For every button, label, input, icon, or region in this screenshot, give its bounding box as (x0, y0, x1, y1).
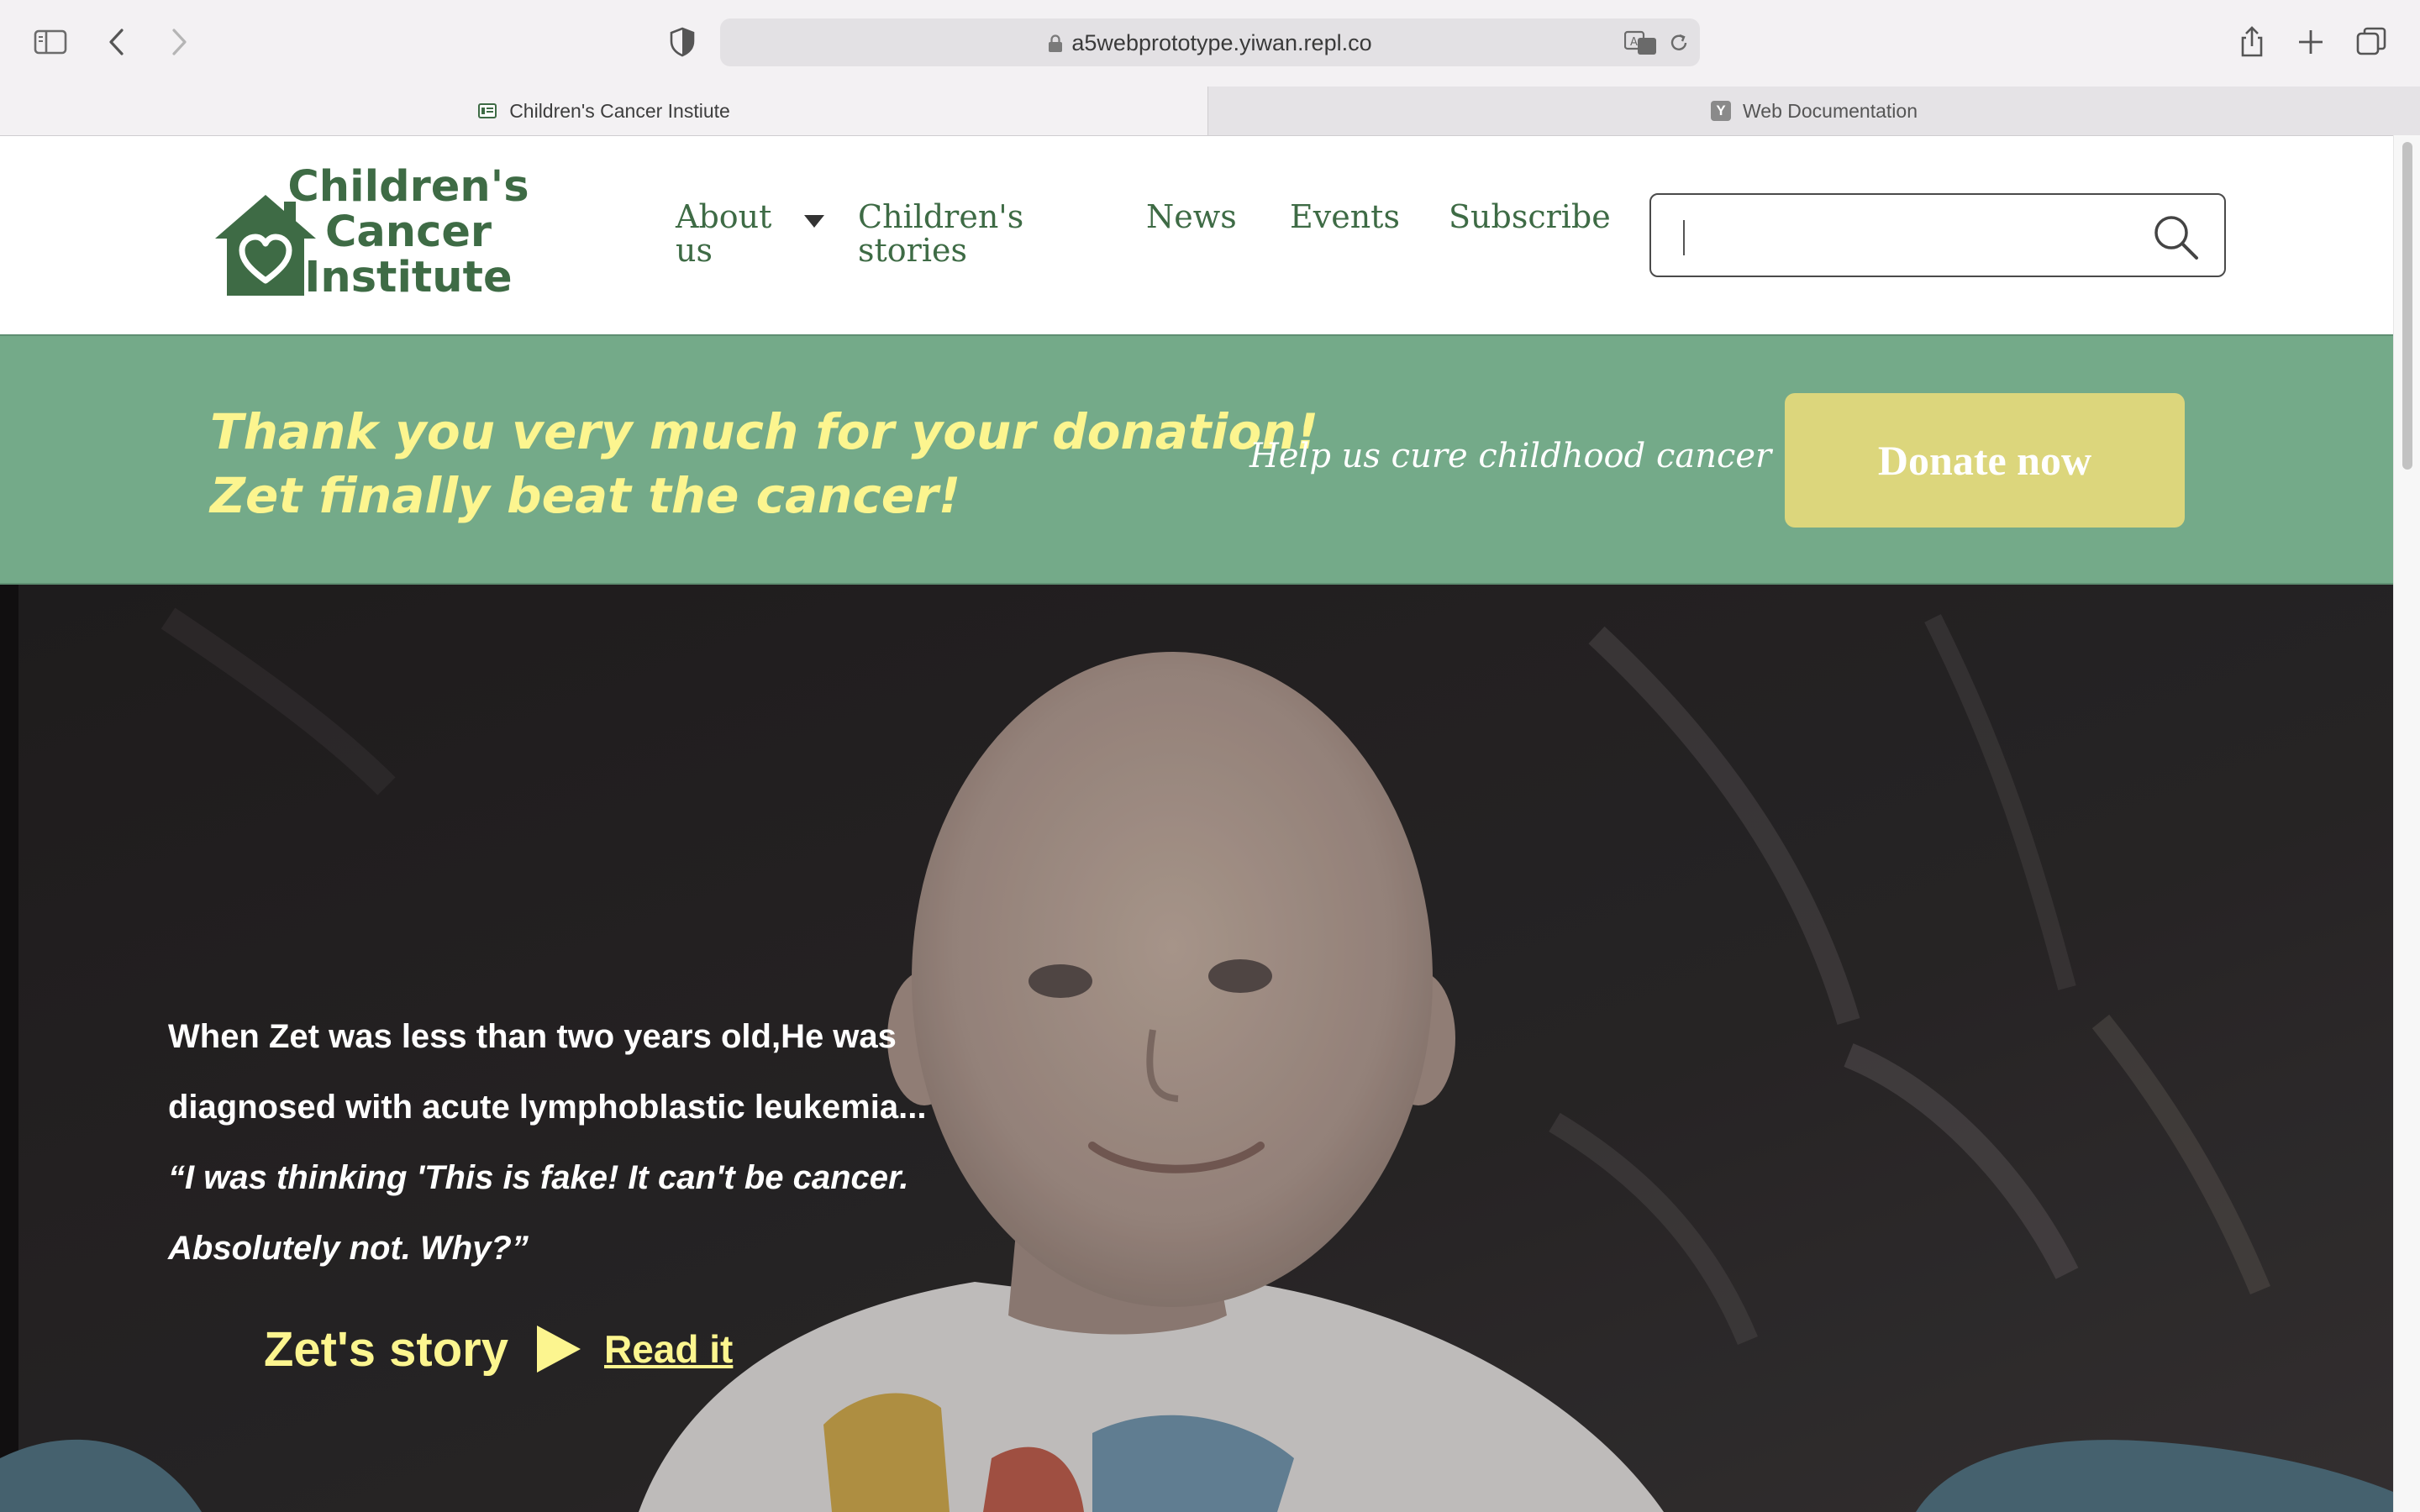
logo-line-3: Institute (304, 253, 513, 302)
thank-you-line-2: Zet finally beat the cancer! (210, 467, 961, 524)
tab-childrens-cancer-institute[interactable]: Children's Cancer Instiute (0, 87, 1208, 135)
site-favicon-icon (478, 103, 497, 118)
donate-now-button[interactable]: Donate now (1785, 393, 2185, 528)
browser-toolbar: a5webprototype.yiwan.repl.co A (0, 0, 2420, 87)
forward-icon[interactable] (161, 25, 195, 59)
address-bar[interactable]: a5webprototype.yiwan.repl.co A (720, 18, 1700, 66)
url-text: a5webprototype.yiwan.repl.co (720, 30, 1700, 56)
search-input[interactable] (1649, 193, 2226, 277)
tab-label: Children's Cancer Instiute (509, 99, 730, 122)
text-caret (1683, 220, 1685, 255)
hero-section: When Zet was less than two years old,He … (0, 585, 2393, 1512)
logo-line-2: Cancer (324, 207, 492, 257)
hero-quote-line-2: Absolutely not. Why?” (168, 1230, 529, 1267)
shield-icon[interactable] (666, 25, 699, 59)
back-icon[interactable] (101, 25, 134, 59)
url-value: a5webprototype.yiwan.repl.co (1071, 30, 1372, 55)
nav-news[interactable]: News (1146, 200, 1237, 234)
nav-childrens-stories[interactable]: Children's stories (858, 200, 1023, 267)
tab-overview-icon[interactable] (2354, 25, 2388, 59)
new-tab-icon[interactable] (2294, 25, 2328, 59)
search-icon[interactable] (2150, 212, 2201, 262)
hero-line-1: When Zet was less than two years old,He … (168, 1018, 897, 1055)
tab-web-documentation[interactable]: Y Web Documentation (1208, 87, 2420, 135)
hero-quote-line-1: “I was thinking 'This is fake! It can't … (168, 1159, 909, 1196)
sidebar-icon[interactable] (34, 25, 67, 59)
nav-subscribe[interactable]: Subscribe (1449, 200, 1611, 234)
thank-you-line-1: Thank you very much for your donation! (210, 403, 1319, 460)
lock-icon (1049, 34, 1063, 52)
logo-text: Children's Cancer Institute (284, 165, 533, 301)
story-title: Zet's story (264, 1321, 508, 1377)
site-header: Children's Cancer Institute About us Chi… (0, 136, 2393, 334)
tab-label: Web Documentation (1743, 99, 1918, 122)
hero-story-text: When Zet was less than two years old,He … (168, 1001, 1059, 1284)
play-icon[interactable] (535, 1324, 582, 1374)
nav-stories-line-2: stories (858, 232, 967, 269)
nav-stories-line-1: Children's (858, 198, 1024, 235)
reload-icon[interactable] (1668, 32, 1690, 54)
donation-banner: Thank you very much for your donation! Z… (0, 334, 2393, 585)
hero-line-2: diagnosed with acute lymphoblastic leuke… (168, 1089, 927, 1126)
logo-line-1: Children's (287, 162, 529, 212)
chevron-down-icon[interactable] (803, 213, 825, 228)
tab-strip: Children's Cancer Instiute Y Web Documen… (0, 87, 2420, 136)
thank-you-message: Thank you very much for your donation! Z… (210, 400, 1318, 528)
nav-about-line-2: us (676, 232, 713, 269)
nav-about-us[interactable]: About us (676, 200, 771, 267)
svg-text:A: A (1630, 36, 1638, 49)
site-logo[interactable]: Children's Cancer Institute (213, 165, 533, 301)
nav-about-line-1: About (676, 198, 772, 235)
y-favicon-icon: Y (1711, 101, 1732, 121)
help-cure-text: Help us cure childhood cancer (1249, 437, 1772, 475)
share-icon[interactable] (2235, 25, 2269, 59)
read-it-link[interactable]: Read it (604, 1326, 733, 1372)
scrollbar-thumb[interactable] (2402, 142, 2412, 470)
page-scrollbar[interactable] (2393, 135, 2420, 1512)
story-cta: Zet's story Read it (264, 1315, 733, 1383)
nav-events[interactable]: Events (1290, 200, 1400, 234)
translate-icon[interactable]: A (1624, 29, 1658, 56)
